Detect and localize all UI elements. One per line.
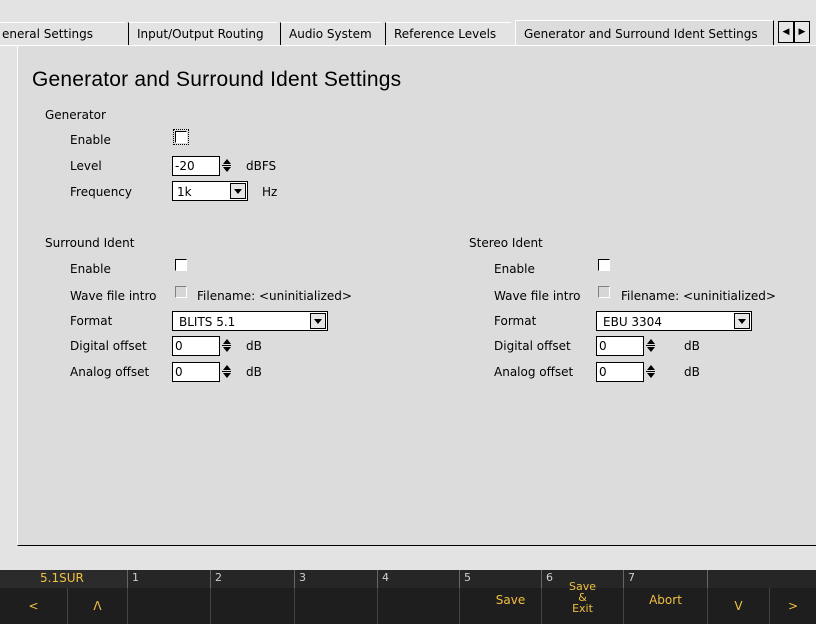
- surround-filename-text: Filename: <uninitialized>: [197, 289, 352, 303]
- surround-analog-offset-unit: dB: [246, 365, 262, 379]
- generator-level-value: -20: [175, 159, 195, 173]
- spinner-arrows-icon[interactable]: [643, 336, 657, 356]
- chevron-down-icon[interactable]: [734, 313, 750, 329]
- softkey-slot-2: 2: [211, 570, 295, 588]
- abort-button[interactable]: Abort: [624, 588, 708, 624]
- surround-digital-offset-unit: dB: [246, 339, 262, 353]
- generator-level-label: Level: [70, 159, 102, 173]
- abort-label: Abort: [649, 593, 682, 607]
- surround-analog-offset-label: Analog offset: [70, 365, 150, 379]
- tab-scroll-left-icon[interactable]: ◀: [778, 21, 794, 43]
- softkey-number-5: 5: [464, 571, 471, 584]
- surround-digital-offset-value: 0: [175, 339, 183, 353]
- stereo-filename-text: Filename: <uninitialized>: [621, 289, 776, 303]
- softkey-slot-3: 3: [295, 570, 378, 588]
- stereo-wave-intro-checkbox[interactable]: [598, 286, 610, 298]
- stereo-digital-offset-spinner[interactable]: 0: [596, 336, 657, 356]
- preset-label: 5.1SUR: [40, 571, 84, 585]
- surround-enable-label: Enable: [70, 262, 111, 276]
- nav-left-button[interactable]: <: [0, 588, 68, 624]
- nav-right-button[interactable]: >: [770, 588, 816, 624]
- stereo-analog-offset-value: 0: [599, 365, 607, 379]
- nav-right-icon: >: [787, 599, 799, 613]
- surround-wave-intro-checkbox[interactable]: [175, 286, 187, 298]
- nav-up-button[interactable]: Λ: [68, 588, 128, 624]
- stereo-analog-offset-unit: dB: [684, 365, 700, 379]
- stereo-ident-heading: Stereo Ident: [469, 236, 543, 250]
- generator-enable-label: Enable: [70, 133, 111, 147]
- generator-frequency-dropdown[interactable]: 1k: [172, 181, 248, 201]
- save-label: Save: [495, 593, 526, 607]
- generator-enable-checkbox[interactable]: [173, 129, 189, 145]
- spinner-arrows-icon[interactable]: [219, 362, 233, 382]
- softkey-number-3: 3: [299, 571, 306, 584]
- spinner-arrows-icon[interactable]: [219, 156, 233, 176]
- spinner-arrows-icon[interactable]: [643, 362, 657, 382]
- surround-wave-intro-label: Wave file intro: [70, 289, 157, 303]
- softkey-number-2: 2: [215, 571, 222, 584]
- surround-format-value: BLITS 5.1: [179, 315, 236, 329]
- stereo-format-label: Format: [494, 314, 537, 328]
- save-button[interactable]: Save: [460, 588, 542, 624]
- spinner-arrows-icon[interactable]: [219, 336, 233, 356]
- page-title: Generator and Surround Ident Settings: [32, 68, 402, 91]
- chevron-down-icon[interactable]: [230, 183, 246, 199]
- stereo-wave-intro-label: Wave file intro: [494, 289, 581, 303]
- tab-reference-levels[interactable]: Reference Levels: [385, 22, 511, 45]
- generator-frequency-value: 1k: [177, 185, 192, 199]
- stereo-digital-offset-value: 0: [599, 339, 607, 353]
- surround-analog-offset-value: 0: [175, 365, 183, 379]
- stereo-digital-offset-unit: dB: [684, 339, 700, 353]
- stereo-analog-offset-spinner[interactable]: 0: [596, 362, 657, 382]
- generator-frequency-unit: Hz: [262, 185, 278, 199]
- tab-input-output-routing[interactable]: Input/Output Routing: [128, 22, 278, 45]
- surround-format-dropdown[interactable]: BLITS 5.1: [172, 311, 328, 331]
- softkey-4[interactable]: [378, 588, 460, 624]
- tab-scroll-right-icon[interactable]: ▶: [794, 21, 810, 43]
- tab-strip: eneral Settings Input/Output Routing Aud…: [0, 0, 816, 46]
- stereo-analog-offset-label: Analog offset: [494, 365, 574, 379]
- surround-digital-offset-label: Digital offset: [70, 339, 147, 353]
- tab-general-settings[interactable]: eneral Settings: [0, 22, 126, 45]
- save-exit-button[interactable]: Save & Exit: [542, 580, 624, 624]
- softkey-slot-1: 1: [128, 570, 211, 588]
- stereo-enable-checkbox[interactable]: [598, 259, 610, 271]
- surround-format-label: Format: [70, 314, 113, 328]
- softkey-3[interactable]: [295, 588, 378, 624]
- surround-ident-heading: Surround Ident: [45, 236, 135, 250]
- softkey-2[interactable]: [211, 588, 295, 624]
- chevron-down-icon[interactable]: [310, 313, 326, 329]
- stereo-format-value: EBU 3304: [603, 315, 662, 329]
- stereo-digital-offset-label: Digital offset: [494, 339, 571, 353]
- save-exit-label-3: Exit: [572, 602, 593, 615]
- softkey-slot-4: 4: [378, 570, 460, 588]
- surround-digital-offset-spinner[interactable]: 0: [172, 336, 233, 356]
- generator-level-spinner[interactable]: -20: [172, 156, 233, 176]
- stereo-format-dropdown[interactable]: EBU 3304: [596, 311, 752, 331]
- tab-generator-surround-ident[interactable]: Generator and Surround Ident Settings: [515, 20, 774, 45]
- generator-level-unit: dBFS: [246, 159, 277, 173]
- tab-scroll-arrows: ◀ ▶: [778, 21, 816, 43]
- softkey-1[interactable]: [128, 588, 211, 624]
- generator-frequency-label: Frequency: [70, 185, 132, 199]
- softkey-slot-5: 5: [460, 570, 542, 588]
- generator-heading: Generator: [45, 108, 106, 122]
- nav-down-icon: V: [734, 599, 743, 613]
- softkey-number-4: 4: [382, 571, 389, 584]
- nav-left-icon: <: [28, 599, 39, 613]
- nav-down-button[interactable]: V: [708, 588, 770, 624]
- tab-audio-system[interactable]: Audio System: [280, 22, 382, 45]
- surround-enable-checkbox[interactable]: [175, 259, 187, 271]
- softkey-number-1: 1: [132, 571, 139, 584]
- preset-indicator: 5.1SUR: [0, 570, 128, 588]
- nav-up-icon: Λ: [93, 599, 102, 613]
- stereo-enable-label: Enable: [494, 262, 535, 276]
- softkey-slot-7: 7: [624, 570, 708, 588]
- surround-analog-offset-spinner[interactable]: 0: [172, 362, 233, 382]
- softkey-slot-8: [708, 570, 816, 588]
- softkey-number-7: 7: [628, 571, 635, 584]
